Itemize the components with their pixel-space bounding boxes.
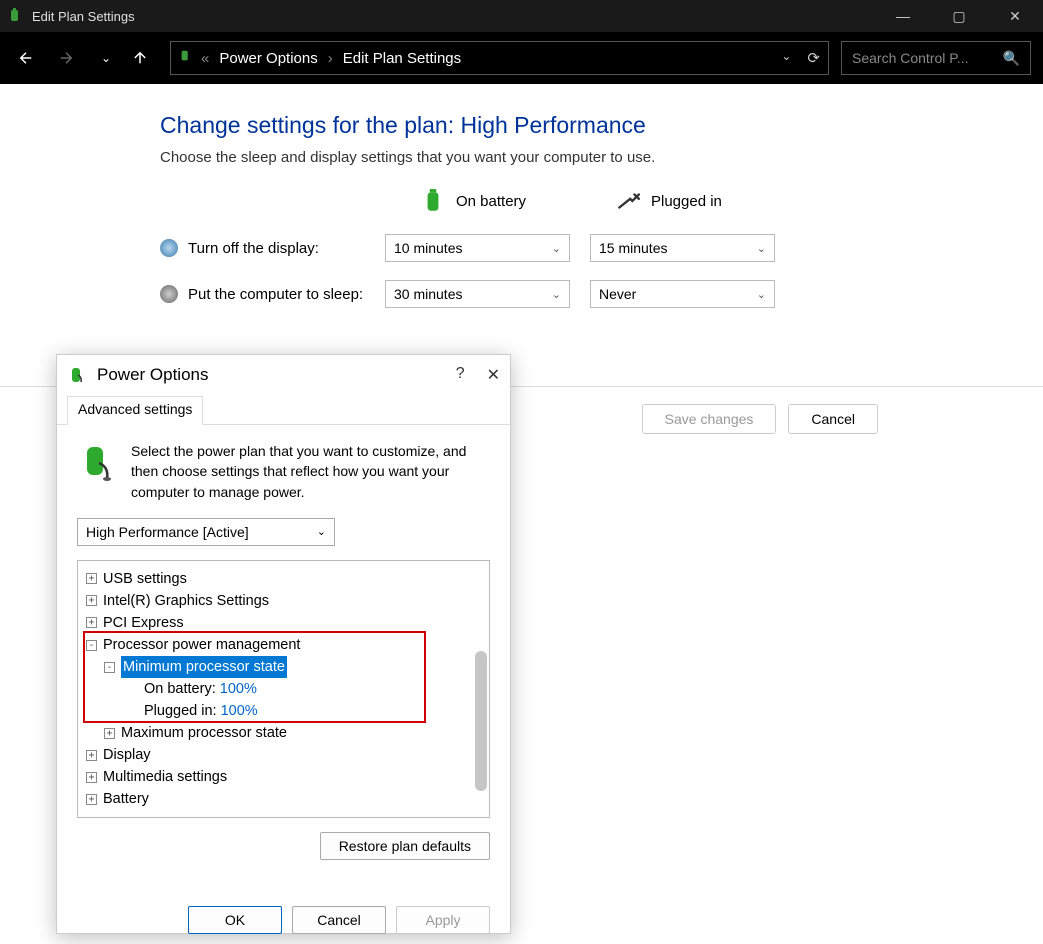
chevron-right-icon: ›	[328, 50, 333, 67]
recent-dropdown[interactable]: ⌄	[92, 44, 120, 72]
window-title: Edit Plan Settings	[32, 9, 135, 24]
tree-intel[interactable]: Intel(R) Graphics Settings	[103, 590, 269, 612]
expand-icon[interactable]: +	[104, 728, 115, 739]
app-icon	[8, 8, 24, 24]
power-icon	[67, 365, 87, 385]
address-icon	[179, 49, 193, 67]
tree-onbatt-value[interactable]: 100%	[220, 678, 257, 700]
power-options-dialog: Power Options ? ✕ Advanced settings Sele…	[56, 354, 511, 934]
search-input[interactable]: Search Control P... 🔍	[841, 41, 1031, 75]
dialog-title: Power Options	[97, 365, 209, 385]
breadcrumb-2[interactable]: Edit Plan Settings	[343, 50, 461, 67]
save-changes-button[interactable]: Save changes	[642, 404, 777, 434]
tree-min-proc-state[interactable]: Minimum processor state	[121, 656, 287, 678]
tree-usb[interactable]: USB settings	[103, 568, 187, 590]
dialog-description: Select the power plan that you want to c…	[131, 441, 490, 502]
close-button[interactable]: ✕	[987, 0, 1043, 32]
scrollbar[interactable]	[475, 651, 487, 791]
display-icon	[160, 239, 178, 257]
forward-button[interactable]	[52, 44, 80, 72]
chevron-down-icon: ⌄	[317, 525, 326, 538]
nav-bar: ⌄ « Power Options › Edit Plan Settings ⌄…	[0, 32, 1043, 84]
breadcrumb-prev-icon: «	[201, 50, 209, 67]
tab-advanced[interactable]: Advanced settings	[67, 396, 203, 425]
tab-strip: Advanced settings	[57, 395, 510, 425]
breadcrumb-1[interactable]: Power Options	[219, 50, 317, 67]
ok-button[interactable]: OK	[188, 906, 282, 934]
plan-select-dropdown[interactable]: High Performance [Active]⌄	[77, 518, 335, 546]
row-label: Put the computer to sleep:	[188, 286, 363, 303]
collapse-icon[interactable]: -	[86, 640, 97, 651]
apply-button[interactable]: Apply	[396, 906, 490, 934]
settings-tree[interactable]: + USB settings + Intel(R) Graphics Setting…	[77, 560, 490, 818]
search-icon[interactable]: 🔍	[1003, 50, 1020, 67]
dialog-titlebar: Power Options ? ✕	[57, 355, 510, 395]
address-bar[interactable]: « Power Options › Edit Plan Settings ⌄ ⟳	[170, 41, 829, 75]
row-sleep: Put the computer to sleep: 30 minutes⌄ N…	[160, 280, 1043, 308]
expand-icon[interactable]: +	[86, 772, 97, 783]
cancel-button[interactable]: Cancel	[788, 404, 878, 434]
sleep-icon	[160, 285, 178, 303]
tree-processor[interactable]: Processor power management	[103, 634, 300, 656]
page-subtitle: Choose the sleep and display settings th…	[160, 149, 1043, 166]
help-button[interactable]: ?	[456, 365, 465, 385]
tree-onbatt-label: On battery:	[144, 678, 216, 700]
titlebar: Edit Plan Settings — ▢ ✕	[0, 0, 1043, 32]
sleep-plugged-dropdown[interactable]: Never⌄	[590, 280, 775, 308]
dialog-close-button[interactable]: ✕	[487, 365, 500, 385]
sleep-battery-dropdown[interactable]: 30 minutes⌄	[385, 280, 570, 308]
up-button[interactable]	[126, 44, 154, 72]
chevron-down-icon: ⌄	[552, 288, 561, 301]
expand-icon[interactable]: +	[86, 794, 97, 805]
expand-icon[interactable]: +	[86, 617, 97, 628]
expand-icon[interactable]: +	[86, 573, 97, 584]
search-placeholder: Search Control P...	[852, 50, 968, 66]
expand-icon[interactable]: +	[86, 750, 97, 761]
refresh-button[interactable]: ⟳	[807, 49, 820, 67]
chevron-down-icon: ⌄	[757, 288, 766, 301]
minimize-button[interactable]: —	[875, 0, 931, 32]
expand-icon[interactable]: +	[86, 595, 97, 606]
tree-max-proc-state[interactable]: Maximum processor state	[121, 722, 287, 744]
display-plugged-dropdown[interactable]: 15 minutes⌄	[590, 234, 775, 262]
chevron-down-icon: ⌄	[552, 242, 561, 255]
page-title: Change settings for the plan: High Perfo…	[160, 112, 1043, 139]
row-label: Turn off the display:	[188, 240, 319, 257]
tree-pci[interactable]: PCI Express	[103, 612, 184, 634]
back-button[interactable]	[12, 44, 40, 72]
dialog-cancel-button[interactable]: Cancel	[292, 906, 386, 934]
restore-defaults-button[interactable]: Restore plan defaults	[320, 832, 490, 860]
display-battery-dropdown[interactable]: 10 minutes⌄	[385, 234, 570, 262]
plug-icon	[615, 188, 641, 214]
chevron-down-icon: ⌄	[757, 242, 766, 255]
tree-plugged-value[interactable]: 100%	[221, 700, 258, 722]
tree-plugged-label: Plugged in:	[144, 700, 217, 722]
tree-battery[interactable]: Battery	[103, 788, 149, 810]
power-large-icon	[77, 441, 119, 483]
address-dropdown-icon[interactable]: ⌄	[781, 49, 791, 67]
tree-multimedia[interactable]: Multimedia settings	[103, 766, 227, 788]
maximize-button[interactable]: ▢	[931, 0, 987, 32]
row-turn-off-display: Turn off the display: 10 minutes⌄ 15 min…	[160, 234, 1043, 262]
tree-display[interactable]: Display	[103, 744, 151, 766]
column-header-battery: On battery	[420, 188, 615, 214]
column-header-plugged: Plugged in	[615, 188, 795, 214]
collapse-icon[interactable]: -	[104, 662, 115, 673]
battery-icon	[420, 188, 446, 214]
